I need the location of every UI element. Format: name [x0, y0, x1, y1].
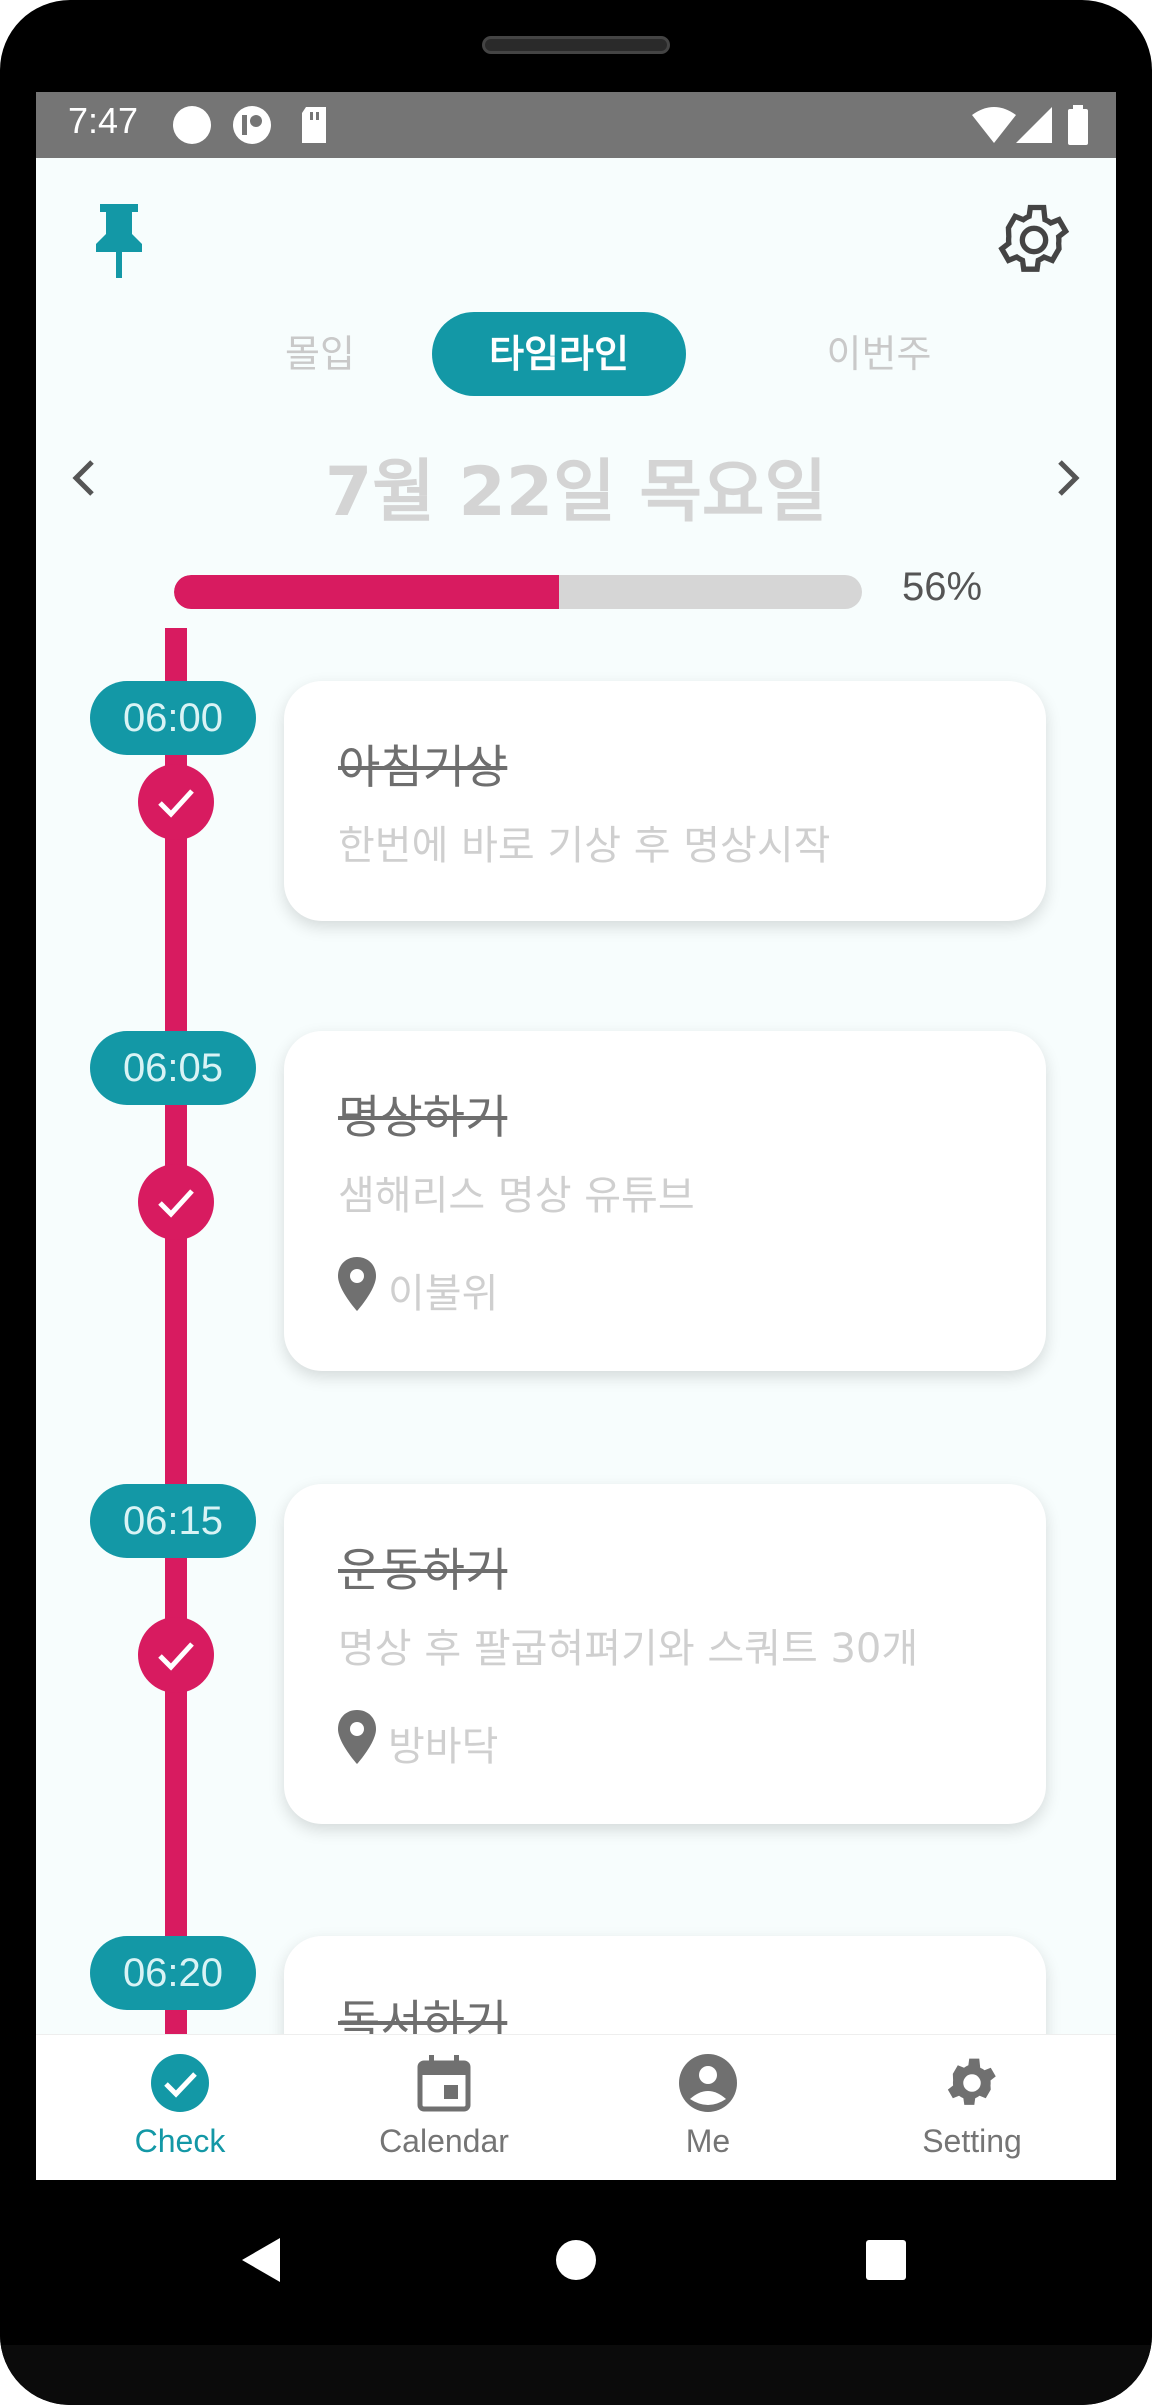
time-pill: 06:15	[90, 1484, 256, 1558]
timeline-card[interactable]: 명상하기 샘해리스 명상 유튜브 이불위	[284, 1031, 1046, 1371]
nav-label: Check	[134, 2123, 226, 2159]
app-screen: 7:47 몰입 타임라인 이번주 7월 22일 목요일 56% 06:00 아침…	[36, 92, 1116, 2180]
speaker-grille	[482, 36, 670, 54]
back-triangle-icon[interactable]	[232, 2230, 292, 2290]
calendar-icon	[417, 2055, 471, 2112]
settings-gear-icon[interactable]	[994, 200, 1074, 280]
task-title: 명상하기	[338, 1090, 508, 1144]
nav-calendar[interactable]: Calendar	[344, 2035, 544, 2180]
tab-timeline[interactable]: 타임라인	[432, 312, 686, 396]
nav-setting[interactable]: Setting	[872, 2035, 1072, 2180]
task-title: 아침기상	[338, 740, 508, 794]
view-tabs: 몰입 타임라인 이번주	[36, 312, 1116, 396]
time-pill: 06:00	[90, 681, 256, 755]
done-check-icon[interactable]	[138, 1617, 214, 1693]
app-notification-icon	[233, 106, 271, 144]
timeline-card[interactable]: 운동하기 명상 후 팔굽혀펴기와 스쿼트 30개 방바닥	[284, 1484, 1046, 1824]
pin-icon[interactable]	[86, 200, 152, 280]
task-description: 샘해리스 명상 유튜브	[338, 1173, 695, 1219]
date-navigator: 7월 22일 목요일	[36, 432, 1116, 532]
task-title: 운동하기	[338, 1543, 508, 1597]
nav-label: Setting	[922, 2123, 1022, 2159]
gear-icon	[947, 2058, 996, 2105]
location-pin-icon	[338, 1710, 376, 1764]
nav-check[interactable]: Check	[80, 2035, 280, 2180]
system-navigation-bar	[0, 2180, 1152, 2345]
home-circle-icon[interactable]	[546, 2230, 606, 2290]
tab-this-week[interactable]: 이번주	[774, 312, 984, 396]
account-circle-icon	[679, 2054, 737, 2112]
cell-signal-icon	[1016, 107, 1052, 143]
time-pill: 06:05	[90, 1031, 256, 1105]
nav-me[interactable]: Me	[608, 2035, 808, 2180]
wifi-icon	[972, 107, 1016, 143]
bottom-bezel	[0, 2345, 1152, 2405]
notification-circle-icon	[173, 106, 211, 144]
timeline-card[interactable]: 아침기상 한번에 바로 기상 후 명상시작	[284, 681, 1046, 921]
location-text: 방바닥	[388, 1724, 499, 1770]
done-check-icon[interactable]	[138, 1164, 214, 1240]
progress-percent: 56%	[902, 565, 983, 609]
check-circle-icon	[151, 2054, 209, 2112]
recents-square-icon[interactable]	[856, 2230, 916, 2290]
location-text: 이불위	[388, 1271, 499, 1317]
daily-progress-bar	[174, 575, 862, 609]
phone-frame: 7:47 몰입 타임라인 이번주 7월 22일 목요일 56% 06:00 아침…	[0, 0, 1152, 2405]
location-pin-icon	[338, 1257, 376, 1311]
nav-label: Calendar	[379, 2123, 509, 2159]
status-bar: 7:47	[36, 92, 1116, 158]
chevron-right-icon[interactable]	[1040, 450, 1096, 506]
battery-icon	[1068, 105, 1088, 145]
tab-immersion[interactable]: 몰입	[236, 312, 404, 396]
progress-fill	[174, 575, 560, 609]
sd-card-icon	[302, 107, 326, 143]
date-title: 7월 22일 목요일	[324, 453, 828, 532]
bottom-navigation: Check Calendar Me Setting	[36, 2034, 1116, 2180]
time-pill: 06:20	[90, 1936, 256, 2010]
task-description: 명상 후 팔굽혀펴기와 스쿼트 30개	[338, 1626, 919, 1672]
task-description: 한번에 바로 기상 후 명상시작	[338, 823, 831, 869]
done-check-icon[interactable]	[138, 764, 214, 840]
status-time: 7:47	[68, 100, 139, 141]
nav-label: Me	[685, 2123, 731, 2159]
